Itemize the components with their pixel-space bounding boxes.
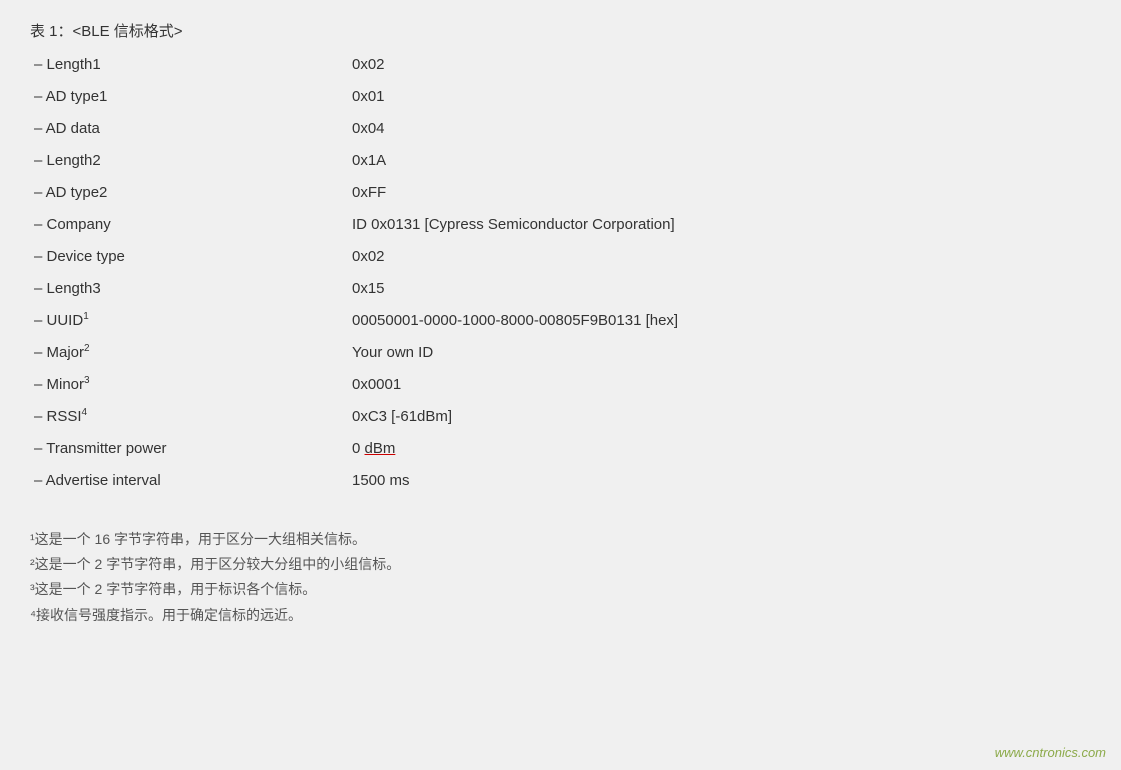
row-label: – Major2 [30, 337, 350, 369]
row-label: – RSSI4 [30, 401, 350, 433]
footnotes-section: ¹这是一个 16 字节字符串，用于区分一大组相关信标。²这是一个 2 字节字符串… [30, 527, 1091, 628]
row-label: – Length3 [30, 273, 350, 305]
table-row: – Advertise interval1500 ms [30, 465, 1091, 497]
table-row: – Length30x15 [30, 273, 1091, 305]
table-row: – AD type20xFF [30, 177, 1091, 209]
row-value: 0x02 [350, 49, 1091, 81]
row-value: ID 0x0131 [Cypress Semiconductor Corpora… [350, 209, 1091, 241]
table-row: – Transmitter power0 dBm [30, 433, 1091, 465]
watermark: www.cntronics.com [995, 745, 1106, 760]
table-row: – RSSI40xC3 [-61dBm] [30, 401, 1091, 433]
row-value: 0 dBm [350, 433, 1091, 465]
row-value: 0x01 [350, 81, 1091, 113]
row-value: 0xC3 [-61dBm] [350, 401, 1091, 433]
row-label: – Company [30, 209, 350, 241]
table-row: – Device type0x02 [30, 241, 1091, 273]
table-row: – CompanyID 0x0131 [Cypress Semiconducto… [30, 209, 1091, 241]
row-value: 0x15 [350, 273, 1091, 305]
table-title: 表 1：<BLE 信标格式> [30, 20, 1091, 41]
row-value: Your own ID [350, 337, 1091, 369]
row-value: 00050001-0000-1000-8000-00805F9B0131 [he… [350, 305, 1091, 337]
row-label: – AD data [30, 113, 350, 145]
table-row: – Length10x02 [30, 49, 1091, 81]
footnote-3: ³这是一个 2 字节字符串，用于标识各个信标。 [30, 577, 1091, 602]
footnote-2: ²这是一个 2 字节字符串，用于区分较大分组中的小组信标。 [30, 552, 1091, 577]
row-value: 0x0001 [350, 369, 1091, 401]
table-row: – Minor30x0001 [30, 369, 1091, 401]
table-row: – Major2Your own ID [30, 337, 1091, 369]
footnote-4: ⁴接收信号强度指示。用于确定信标的远近。 [30, 603, 1091, 628]
row-value: 0x02 [350, 241, 1091, 273]
row-label: – Advertise interval [30, 465, 350, 497]
row-label: – AD type1 [30, 81, 350, 113]
table-row: – UUID100050001-0000-1000-8000-00805F9B0… [30, 305, 1091, 337]
row-label: – Length1 [30, 49, 350, 81]
row-value: 0xFF [350, 177, 1091, 209]
row-label: – UUID1 [30, 305, 350, 337]
ble-data-table: – Length10x02– AD type10x01– AD data0x04… [30, 49, 1091, 497]
footnote-1: ¹这是一个 16 字节字符串，用于区分一大组相关信标。 [30, 527, 1091, 552]
row-label: – Length2 [30, 145, 350, 177]
table-row: – AD data0x04 [30, 113, 1091, 145]
row-label: – Minor3 [30, 369, 350, 401]
table-row: – Length20x1A [30, 145, 1091, 177]
row-label: – AD type2 [30, 177, 350, 209]
row-label: – Transmitter power [30, 433, 350, 465]
row-label: – Device type [30, 241, 350, 273]
row-value: 0x1A [350, 145, 1091, 177]
row-value: 0x04 [350, 113, 1091, 145]
table-row: – AD type10x01 [30, 81, 1091, 113]
row-value: 1500 ms [350, 465, 1091, 497]
